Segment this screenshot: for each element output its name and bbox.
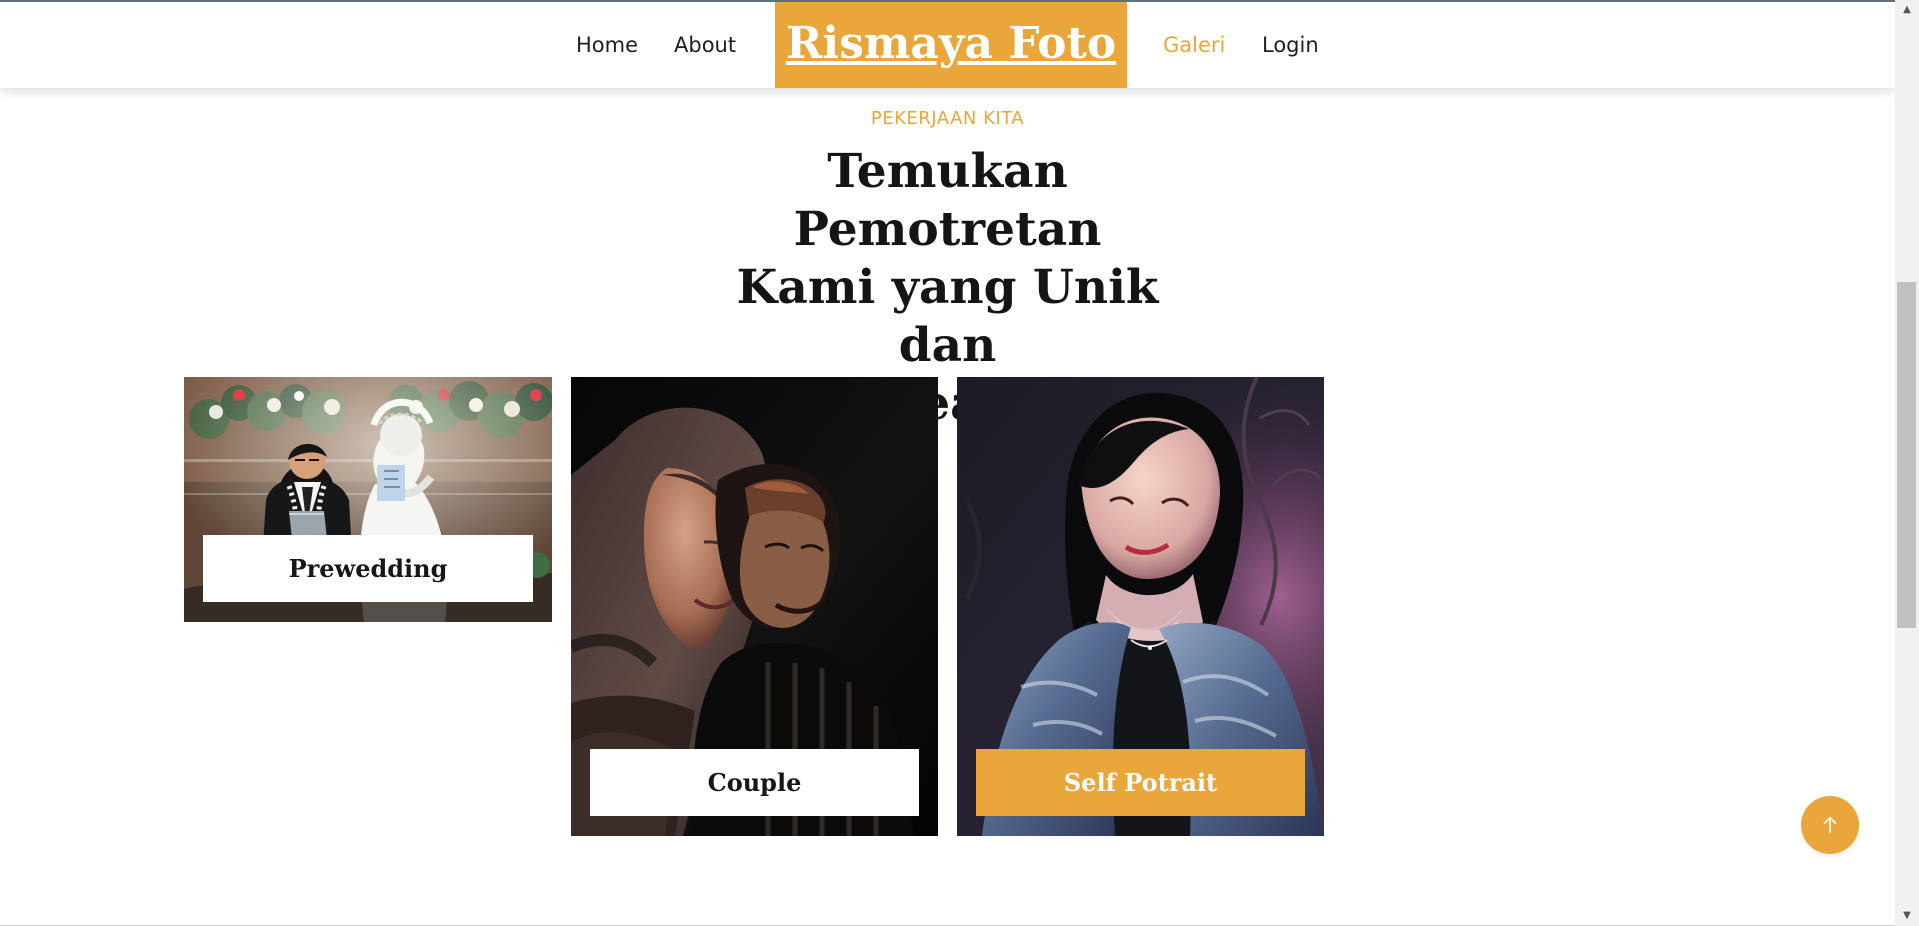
- nav-home-link[interactable]: Home: [576, 28, 638, 62]
- nav-galeri-link[interactable]: Galeri: [1163, 28, 1225, 62]
- vertical-scrollbar[interactable]: ▲ ▼: [1895, 0, 1919, 926]
- section-title-line-2: Kami yang Unik dan: [736, 260, 1159, 373]
- nav-login-link[interactable]: Login: [1262, 28, 1319, 62]
- scrollbar-thumb[interactable]: [1897, 282, 1916, 628]
- self-potrait-label: Self Potrait: [976, 749, 1305, 816]
- gallery-card-couple[interactable]: Couple: [571, 377, 938, 836]
- arrow-up-icon: [1823, 816, 1837, 834]
- prewedding-label: Prewedding: [203, 535, 533, 602]
- section-title-line-1: Temukan Pemotretan: [793, 144, 1102, 257]
- gallery-card-self-potrait[interactable]: Self Potrait: [957, 377, 1324, 836]
- section-eyebrow: PEKERJAAN KITA: [870, 108, 1025, 129]
- scroll-to-top-button[interactable]: [1801, 796, 1859, 854]
- couple-label: Couple: [590, 749, 919, 816]
- brand-logo[interactable]: Rismaya Foto: [775, 2, 1127, 88]
- scrollbar-down-arrow[interactable]: ▼: [1895, 906, 1919, 926]
- top-border: [0, 0, 1895, 2]
- gallery-card-prewedding[interactable]: Prewedding: [184, 377, 552, 622]
- scrollbar-up-arrow[interactable]: ▲: [1895, 0, 1919, 20]
- page-viewport: Home About Rismaya Foto Galeri Login PEK…: [0, 0, 1895, 926]
- nav-about-link[interactable]: About: [674, 28, 736, 62]
- main-navbar: Home About Rismaya Foto Galeri Login: [0, 0, 1895, 88]
